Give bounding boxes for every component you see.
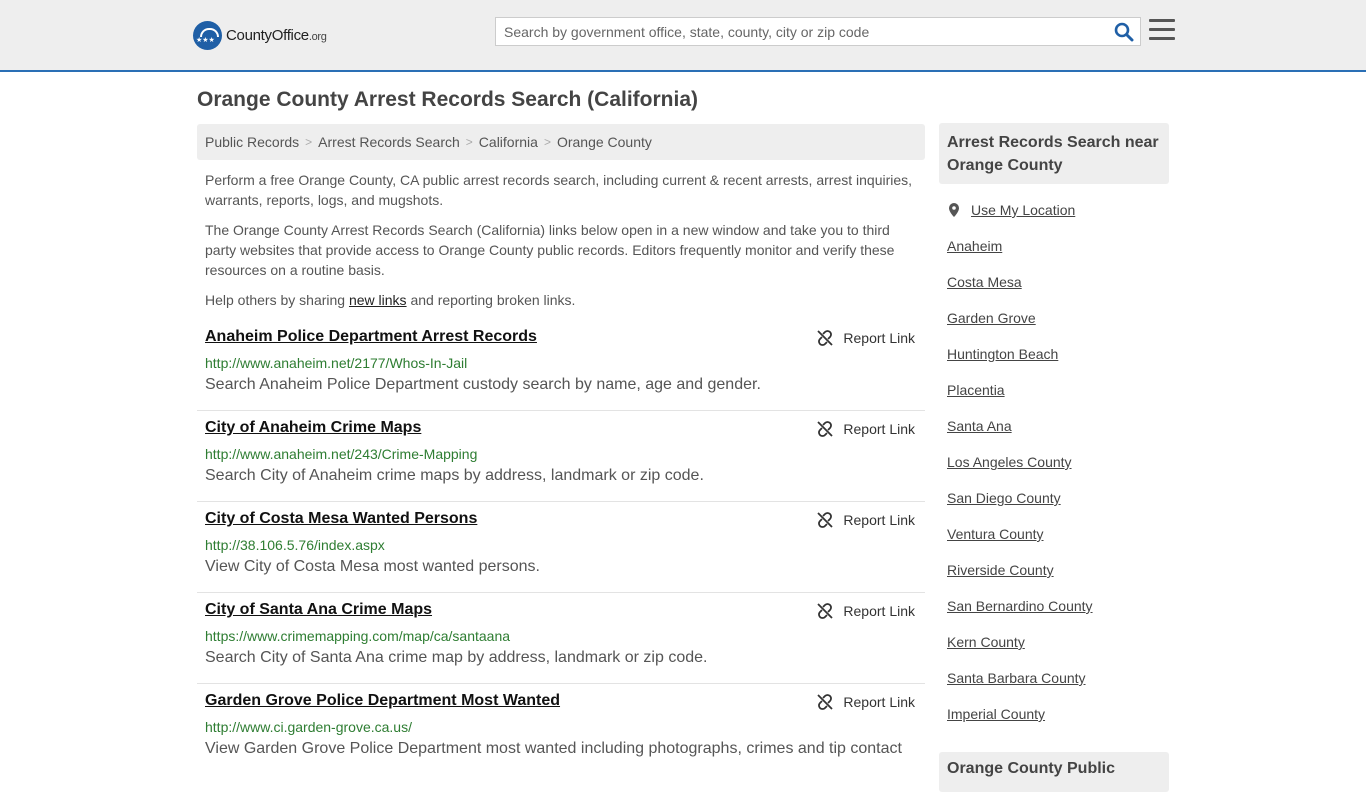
result-title-link[interactable]: Anaheim Police Department Arrest Records <box>205 328 537 346</box>
breadcrumb-california[interactable]: California <box>479 134 538 150</box>
result-item: City of Costa Mesa Wanted Persons Report… <box>197 502 925 593</box>
result-url: https://www.crimemapping.com/map/ca/sant… <box>205 628 511 644</box>
breadcrumb: Public Records > Arrest Records Search >… <box>197 124 925 160</box>
sidebar-link-costa-mesa[interactable]: Costa Mesa <box>947 274 1022 290</box>
sidebar-nearby-list: Use My Location Anaheim Costa Mesa Garde… <box>947 200 1093 740</box>
sidebar-link-los-angeles-county[interactable]: Los Angeles County <box>947 454 1072 470</box>
result-description: Search Anaheim Police Department custody… <box>205 376 761 393</box>
broken-link-icon <box>817 694 834 710</box>
breadcrumb-public-records[interactable]: Public Records <box>205 134 299 150</box>
report-link-button[interactable]: Report Link <box>817 694 915 710</box>
breadcrumb-orange-county[interactable]: Orange County <box>557 134 652 150</box>
broken-link-icon <box>817 421 834 437</box>
page-title: Orange County Arrest Records Search (Cal… <box>197 88 699 111</box>
sidebar-link-santa-barbara-county[interactable]: Santa Barbara County <box>947 670 1086 686</box>
sidebar-heading-public-records: Orange County Public <box>939 752 1169 792</box>
result-item: Anaheim Police Department Arrest Records… <box>197 320 925 411</box>
sidebar-link-imperial-county[interactable]: Imperial County <box>947 706 1045 722</box>
result-title-link[interactable]: City of Costa Mesa Wanted Persons <box>205 510 477 528</box>
broken-link-icon <box>817 603 834 619</box>
county-seal-icon <box>193 20 222 50</box>
sidebar-link-huntington-beach[interactable]: Huntington Beach <box>947 346 1058 362</box>
site-header: CountyOffice.org <box>0 0 1366 72</box>
sidebar-link-kern-county[interactable]: Kern County <box>947 634 1025 650</box>
breadcrumb-separator-icon: > <box>543 135 551 149</box>
broken-link-icon <box>817 330 834 346</box>
sidebar-link-placentia[interactable]: Placentia <box>947 382 1005 398</box>
result-url: http://www.anaheim.net/2177/Whos-In-Jail <box>205 355 468 371</box>
search-input[interactable] <box>496 18 1106 45</box>
result-title-link[interactable]: City of Santa Ana Crime Maps <box>205 601 432 619</box>
sidebar-link-santa-ana[interactable]: Santa Ana <box>947 418 1012 434</box>
map-pin-icon <box>949 203 959 217</box>
result-title-link[interactable]: Garden Grove Police Department Most Want… <box>205 692 560 710</box>
result-url: http://www.anaheim.net/243/Crime-Mapping <box>205 446 478 462</box>
result-description: View Garden Grove Police Department most… <box>205 740 902 757</box>
new-links-link[interactable]: new links <box>349 292 407 308</box>
sidebar-link-riverside-county[interactable]: Riverside County <box>947 562 1054 578</box>
result-url: http://38.106.5.76/index.aspx <box>205 537 385 553</box>
result-description: Search City of Anaheim crime maps by add… <box>205 467 704 484</box>
breadcrumb-arrest-records-search[interactable]: Arrest Records Search <box>318 134 460 150</box>
report-link-button[interactable]: Report Link <box>817 421 915 437</box>
hamburger-menu-icon[interactable] <box>1149 19 1175 41</box>
search-icon[interactable] <box>1114 22 1134 42</box>
intro-disclaimer: The Orange County Arrest Records Search … <box>205 222 895 278</box>
result-description: View City of Costa Mesa most wanted pers… <box>205 558 540 575</box>
sidebar-heading: Arrest Records Search near Orange County <box>939 123 1169 184</box>
use-my-location-link[interactable]: Use My Location <box>971 202 1075 218</box>
use-location-row: Use My Location <box>947 200 1093 220</box>
result-item: City of Anaheim Crime Maps Report Link h… <box>197 411 925 502</box>
breadcrumb-separator-icon: > <box>305 135 313 149</box>
result-url: http://www.ci.garden-grove.ca.us/ <box>205 719 412 735</box>
site-logo[interactable]: CountyOffice.org <box>193 20 327 50</box>
sidebar-link-anaheim[interactable]: Anaheim <box>947 238 1002 254</box>
result-item: City of Santa Ana Crime Maps Report Link… <box>197 593 925 684</box>
sidebar-link-san-diego-county[interactable]: San Diego County <box>947 490 1061 506</box>
search-bar <box>495 17 1141 46</box>
logo-text: CountyOffice.org <box>226 26 327 44</box>
sidebar-link-ventura-county[interactable]: Ventura County <box>947 526 1044 542</box>
sidebar-link-garden-grove[interactable]: Garden Grove <box>947 310 1036 326</box>
report-link-button[interactable]: Report Link <box>817 330 915 346</box>
intro-paragraph: Perform a free Orange County, CA public … <box>205 172 913 208</box>
report-link-button[interactable]: Report Link <box>817 512 915 528</box>
result-description: Search City of Santa Ana crime map by ad… <box>205 649 708 666</box>
result-item: Garden Grove Police Department Most Want… <box>197 684 925 775</box>
broken-link-icon <box>817 512 834 528</box>
sidebar-link-san-bernardino-county[interactable]: San Bernardino County <box>947 598 1093 614</box>
breadcrumb-separator-icon: > <box>465 135 473 149</box>
report-link-button[interactable]: Report Link <box>817 603 915 619</box>
share-links-note: Help others by sharing new links and rep… <box>205 292 576 308</box>
result-title-link[interactable]: City of Anaheim Crime Maps <box>205 419 421 437</box>
